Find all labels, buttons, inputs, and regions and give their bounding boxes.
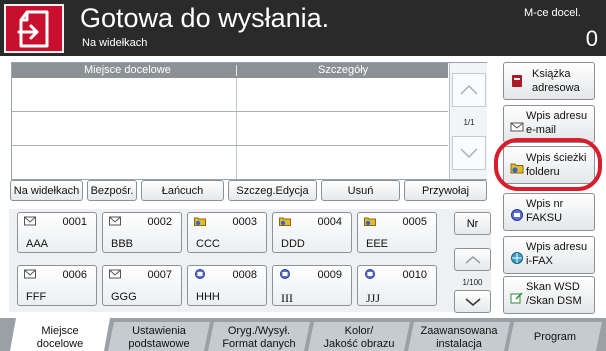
direct-button[interactable]: Bezpośr. (87, 180, 137, 201)
table-header: Miejsce docelowe Szczegóły (12, 63, 448, 78)
one-touch-key[interactable]: 0002 BBB (102, 212, 182, 253)
detail-edit-button[interactable]: Szczeg.Edycja (228, 180, 317, 201)
tab-program[interactable]: Program (508, 322, 602, 351)
one-touch-key[interactable]: 0005 EEE (357, 212, 437, 253)
email-icon (24, 269, 36, 279)
one-touch-key[interactable]: 0003 CCC (187, 212, 267, 253)
ifax-address-entry-button[interactable]: Wpis adresu i-FAX (503, 236, 595, 274)
destination-table: Miejsce docelowe Szczegóły 1/1 (11, 62, 487, 180)
function-tabs: Miejsce docelowe Ustawienia podstawowe Ory… (0, 318, 606, 351)
keys-prev-page-button[interactable] (454, 248, 491, 271)
tab-original-format[interactable]: Oryg./Wysył. Format danych (208, 322, 310, 351)
table-scrollbar: 1/1 (449, 63, 487, 179)
status-subtitle: Na widełkach (82, 37, 148, 49)
home-button[interactable] (4, 4, 64, 53)
table-row[interactable] (12, 112, 448, 146)
email-icon (510, 122, 524, 132)
chain-button[interactable]: Łańcuch (141, 180, 224, 201)
address-book-icon (512, 75, 522, 87)
email-icon (109, 216, 121, 226)
wsd-scan-icon (510, 292, 523, 304)
one-touch-key[interactable]: 0009 III (272, 265, 352, 306)
highlight-ring (494, 138, 602, 191)
fax-icon (280, 269, 290, 279)
one-touch-key[interactable]: 0001 AAA (17, 212, 97, 253)
email-icon (109, 269, 121, 279)
status-title: Gotowa do wysłania. (80, 3, 330, 33)
chevron-down-icon (460, 148, 478, 159)
key-page-panel: Nr 1/100 (454, 212, 491, 313)
destination-count: 0 (585, 26, 598, 51)
keys-next-page-button[interactable] (454, 290, 491, 313)
destination-count-label: M-ce docel. (524, 7, 581, 19)
chevron-down-icon (465, 297, 480, 306)
table-row[interactable] (12, 146, 448, 180)
one-touch-key[interactable]: 0007 GGG (102, 265, 182, 306)
folder-icon (194, 217, 206, 226)
scroll-up-button[interactable] (452, 73, 486, 107)
chevron-up-icon (465, 255, 480, 264)
wsd-scan-button[interactable]: Skan WSD /Skan DSM (503, 276, 595, 314)
email-icon (24, 216, 36, 226)
fax-icon (365, 269, 375, 279)
recall-button[interactable]: Przywołaj (404, 180, 487, 201)
delete-button[interactable]: Usuń (321, 180, 400, 201)
column-destination: Miejsce docelowe (84, 64, 171, 76)
folder-icon (279, 217, 291, 226)
keys-page-indicator: 1/100 (462, 278, 483, 287)
folder-icon (364, 217, 376, 226)
number-search-button[interactable]: Nr (454, 212, 491, 235)
tab-advanced-setup[interactable]: Zaawansowana instalacja (408, 322, 510, 351)
column-details: Szczegóły (318, 64, 369, 76)
tab-color-quality[interactable]: Kolor/Jakość obrazu (308, 322, 410, 351)
fax-icon (511, 209, 523, 221)
status-header: Gotowa do wysłania. Na widełkach M-ce do… (0, 0, 606, 56)
scroll-down-button[interactable] (452, 136, 486, 170)
one-touch-key[interactable]: 0008 HHH (187, 265, 267, 306)
table-row[interactable] (12, 78, 448, 112)
one-touch-key[interactable]: 0004 DDD (272, 212, 352, 253)
address-book-button[interactable]: Książka adresowa (503, 62, 595, 100)
home-icon (17, 10, 49, 47)
table-page-indicator: 1/1 (463, 118, 475, 127)
fax-number-entry-button[interactable]: Wpis nr FAKSU (503, 193, 595, 231)
tab-basic-settings[interactable]: Ustawienia podstawowe (108, 322, 210, 351)
one-touch-key[interactable]: 0010 JJJ (357, 265, 437, 306)
one-touch-key[interactable]: 0006 FFF (17, 265, 97, 306)
one-touch-keys: 0001 AAA 0002 BBB 0003 CCC 0004 DDD 0005… (9, 209, 491, 313)
on-hook-button[interactable]: Na widełkach (10, 180, 83, 201)
tab-destination[interactable]: Miejsce docelowe (10, 318, 110, 351)
chevron-up-icon (460, 84, 478, 95)
fax-icon (195, 269, 205, 279)
ifax-icon (511, 252, 523, 264)
